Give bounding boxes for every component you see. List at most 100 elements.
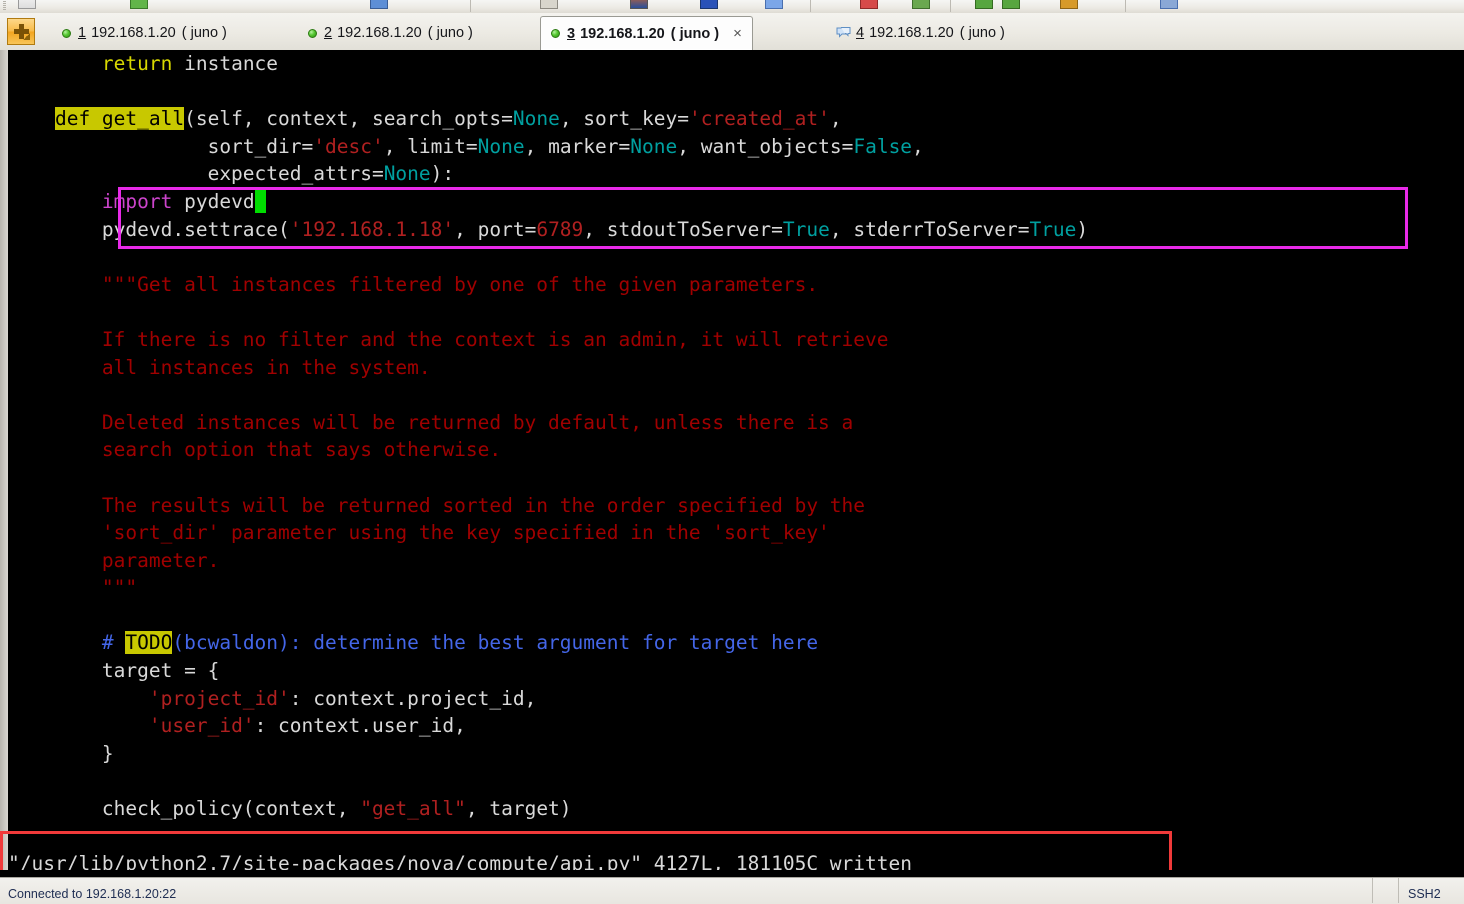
terminal-line: 'user_id': context.user_id, [8,712,1464,740]
terminal-line: def get_all(self, context, search_opts=N… [8,105,1464,133]
terminal-line: search option that says otherwise. [8,436,1464,464]
plus-icon [13,24,30,40]
code-token: (self, context, search_opts= [184,107,513,131]
connection-status: Connected to 192.168.1.20:22 [8,887,177,901]
session-tab-2-host: 192.168.1.20 [337,25,422,41]
close-icon[interactable]: × [733,26,742,41]
log-icon[interactable] [860,0,878,9]
terminal-line: If there is no filter and the context is… [8,326,1464,354]
terminal-line: 'project_id': context.project_id, [8,685,1464,713]
terminal-line: """Get all instances filtered by one of … [8,271,1464,299]
session-tab-4[interactable]: 4 192.168.1.20 ( juno ) [826,17,1015,49]
paste-icon[interactable] [700,0,718,9]
terminal-bottom-fill [0,870,1464,877]
properties-alt-icon[interactable] [1002,0,1020,9]
code-token: : context.user_id, [254,714,466,738]
code-token: True [1029,217,1077,241]
help-icon[interactable] [1060,0,1078,9]
find-icon[interactable] [765,0,783,9]
code-token: True [782,217,830,241]
code-token: If there is no filter and the context is… [8,327,889,351]
code-token: """ [8,576,138,600]
code-token: , marker= [524,134,631,158]
terminal-line: parameter. [8,547,1464,575]
terminal-line: """ [8,574,1464,602]
code-token: , sort_key= [559,107,689,131]
green-dot-icon [62,28,71,38]
print-icon[interactable] [540,0,558,9]
new-session-icon[interactable] [18,0,36,9]
code-token: Deleted instances will be returned by de… [8,410,854,434]
session-tab-2-session: ( juno ) [427,25,473,41]
main-toolbar[interactable] [0,0,1464,14]
session-tab-3[interactable]: 3 192.168.1.20 ( juno ) × [540,16,753,50]
terminal-line: Deleted instances will be returned by de… [8,409,1464,437]
code-token [254,189,267,213]
terminal-line: sort_dir='desc', limit=None, marker=None… [8,133,1464,161]
code-token: 'sort_dir' parameter using the key speci… [8,521,830,545]
terminal-line: check_policy(context, "get_all", target) [8,795,1464,823]
code-token: instance [172,52,279,75]
session-tab-1[interactable]: 1 192.168.1.20 ( juno ) [52,17,237,49]
toolbar-separator-4 [1125,0,1126,12]
toolbar-grip[interactable] [3,1,6,11]
terminal-area[interactable]: return instance def get_all(self, contex… [0,50,1464,877]
code-token: TODO [125,631,173,655]
transfer-icon[interactable] [912,0,930,9]
terminal-line: pydevd.settrace('192.168.1.18', port=678… [8,216,1464,244]
code-token: def get_all [54,107,185,131]
session-tab-bar[interactable]: 1 192.168.1.20 ( juno ) 2 192.168.1.20 (… [0,13,1464,51]
code-token: ) [1076,217,1089,241]
code-token: all instances in the system. [8,355,431,379]
session-tab-2[interactable]: 2 192.168.1.20 ( juno ) [298,17,483,49]
securecrt-window: 1 192.168.1.20 ( juno ) 2 192.168.1.20 (… [0,0,1464,904]
code-token: , limit= [383,134,478,158]
terminal-line: return instance [8,50,1464,78]
code-token: , port= [454,217,537,241]
code-token: , want_objects= [677,134,854,158]
vim-editor-terminal[interactable]: return instance def get_all(self, contex… [8,50,1464,877]
code-token: expected_attrs= [8,162,384,186]
code-token: 6789 [536,217,584,241]
new-tab-button[interactable] [7,18,35,45]
toolbar-separator [470,0,471,12]
code-token: """Get all instances filtered by one of … [8,272,819,296]
code-token: : context.project_id, [289,686,537,710]
code-token: 'user_id' [148,714,255,738]
terminal-line: target = { [8,657,1464,685]
connect-icon[interactable] [130,0,148,9]
options-icon[interactable] [1160,0,1178,9]
status-bar: Connected to 192.168.1.20:22 SSH2 [0,877,1464,904]
terminal-left-margin [0,50,8,877]
copy-icon[interactable] [630,0,648,9]
code-token: The results will be returned sorted in t… [8,493,866,517]
session-tab-3-host: 192.168.1.20 [580,25,665,42]
code-token: 'desc' [313,134,384,158]
toolbar-separator-3 [950,0,951,12]
code-token: "get_all" [360,797,466,821]
code-token: (bcwaldon): determine the best argument … [172,631,819,655]
code-token: , target) [465,797,572,821]
terminal-line: } [8,740,1464,768]
properties-icon[interactable] [975,0,993,9]
code-token: '192.168.1.18' [289,217,455,241]
terminal-line: # TODO(bcwaldon): determine the best arg… [8,629,1464,657]
code-token: pydevd [172,189,255,213]
code-token: target = { [8,659,220,683]
code-token: 'created_at' [688,107,830,131]
code-token: None [383,162,431,186]
session-tab-3-number: 3 [567,25,576,42]
code-token: parameter. [8,548,220,572]
quick-connect-icon[interactable] [370,0,388,9]
code-token: False [853,134,913,158]
